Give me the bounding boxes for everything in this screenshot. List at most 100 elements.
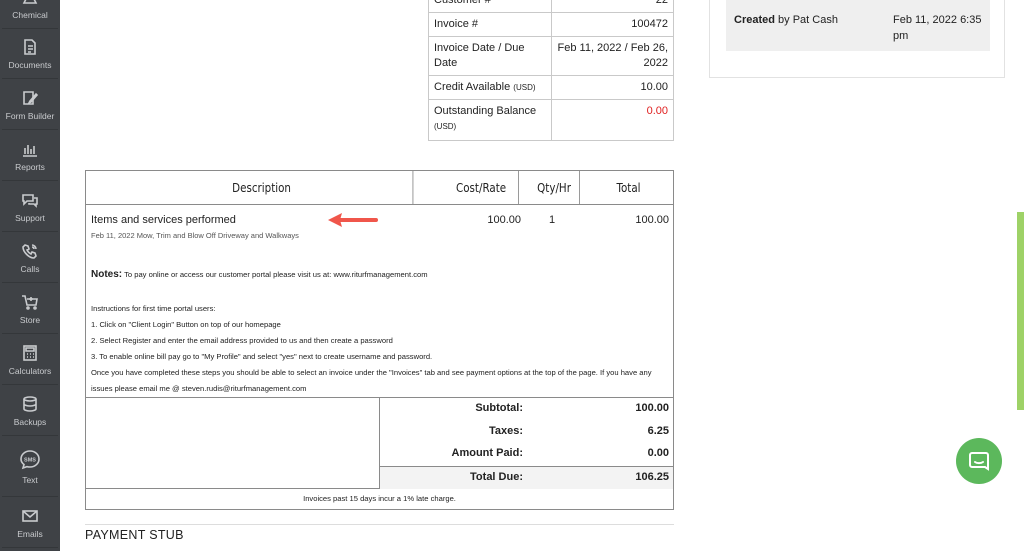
notes: Notes: To pay online or access our custo… [91, 269, 428, 280]
sidebar-item-label: Chemical [12, 10, 48, 20]
credit-unit: (USD) [513, 83, 536, 92]
sidebar-item-reports[interactable]: Reports [2, 132, 58, 181]
sidebar-item-form-builder[interactable]: Form Builder [2, 81, 58, 130]
balance-label-cell: Outstanding Balance (USD) [428, 99, 552, 141]
phone-icon [22, 244, 37, 259]
totals-section: Subtotal: 100.00 Taxes: 6.25 Amount Paid: 0… [86, 398, 673, 489]
table-header: Description Cost/Rate Qty/Hr Total [86, 171, 673, 205]
balance-row: Outstanding Balance (USD) 0.00 [428, 99, 674, 141]
sidebar-item-label: Text [22, 475, 38, 485]
sidebar-item-label: Store [19, 315, 41, 325]
instruction-line: 2. Select Register and enter the email a… [91, 336, 393, 345]
sidebar-item-calls[interactable]: Calls [2, 234, 58, 283]
sidebar-item-documents[interactable]: Documents [2, 30, 58, 79]
sidebar-item-label: Support [15, 213, 45, 223]
total-due-row: Total Due: 106.25 [380, 466, 673, 489]
sidebar-item-label: Calculators [8, 366, 52, 376]
line-item-cost: 100.00 [487, 214, 521, 226]
sidebar-item-label: Emails [17, 529, 43, 539]
stub-divider [85, 524, 674, 525]
customer-row: Customer # 22 [428, 0, 674, 13]
total-due-label: Total Due: [470, 471, 523, 483]
sidebar-item-label: Form Builder [5, 111, 55, 121]
balance-unit: (USD) [434, 122, 457, 131]
instruction-line: 1. Click on "Client Login" Button on top… [91, 320, 281, 329]
balance-label: Outstanding Balance [434, 105, 537, 117]
customer-label: Customer # [428, 0, 552, 13]
balance-value: 0.00 [551, 99, 674, 141]
taxes-value: 6.25 [647, 425, 669, 437]
sidebar-item-chemical[interactable]: Chemical [2, 0, 58, 29]
invoice-date-label: Invoice Date / Due Date [428, 36, 552, 76]
activity-row: Created by Pat Cash Feb 11, 2022 6:35 pm [726, 0, 990, 51]
subtotal-row: Subtotal: 100.00 [380, 398, 673, 420]
annotation-arrow-icon [328, 213, 378, 227]
document-icon [24, 39, 36, 55]
chat-launcher-button[interactable] [956, 438, 1002, 484]
invoice-date-row: Invoice Date / Due Date Feb 11, 2022 / F… [428, 36, 674, 76]
activity-author: Created by Pat Cash [734, 12, 838, 28]
header-total: Total [616, 180, 641, 195]
instruction-line: 3. To enable online bill pay go to "My P… [91, 352, 433, 361]
sidebar-item-store[interactable]: Store [2, 285, 58, 334]
subtotal-label: Subtotal: [475, 402, 523, 414]
header-qty: Qty/Hr [529, 171, 580, 204]
notes-text: To pay online or access our customer por… [124, 270, 428, 279]
cart-icon [22, 295, 38, 310]
sidebar-item-label: Calls [20, 264, 40, 274]
credit-label-cell: Credit Available (USD) [428, 75, 552, 100]
line-item-qty: 1 [549, 214, 556, 226]
credit-row: Credit Available (USD) 10.00 [428, 75, 674, 100]
chat-bubbles-icon [22, 194, 38, 208]
amount-paid-row: Amount Paid: 0.00 [380, 443, 673, 465]
sidebar-item-text[interactable]: SMS Text [2, 438, 58, 497]
instruction-line: Once you have completed these steps you … [91, 368, 652, 393]
sidebar-item-support[interactable]: Support [2, 183, 58, 232]
amount-paid-label: Amount Paid: [451, 447, 524, 459]
header-cost-rate: Cost/Rate [444, 171, 519, 204]
activity-card: Created by Pat Cash Feb 11, 2022 6:35 pm [709, 0, 1005, 78]
sidebar-item-emails[interactable]: Emails [2, 499, 58, 548]
total-due-value: 106.25 [635, 471, 669, 483]
line-item-total: 100.00 [635, 214, 669, 226]
bar-chart-icon [23, 145, 37, 157]
sidebar-item-label: Documents [8, 60, 52, 70]
credit-value: 10.00 [551, 75, 674, 100]
scrollbar-thumb[interactable] [1017, 212, 1024, 410]
flask-icon [22, 0, 38, 4]
customer-value: 22 [551, 0, 674, 13]
sms-icon: SMS [20, 450, 40, 470]
activity-timestamp: Feb 11, 2022 6:35 pm [893, 14, 982, 42]
header-description: Description [111, 171, 414, 204]
sidebar-item-label: Reports [15, 162, 45, 172]
line-item-name: Items and services performed [91, 214, 236, 226]
activity-action: Created [734, 14, 775, 26]
left-sidebar: Chemical Documents Form Builder Reports … [0, 0, 60, 551]
invoice-number-value: 100472 [551, 12, 674, 37]
taxes-row: Taxes: 6.25 [380, 421, 673, 443]
sidebar-item-calculators[interactable]: Calculators [2, 336, 58, 385]
payment-stub-heading: PAYMENT STUB [85, 528, 184, 542]
calculator-icon [23, 345, 37, 361]
line-item-body: Items and services performed Feb 11, 202… [86, 205, 673, 398]
credit-label: Credit Available [434, 81, 511, 93]
notes-label: Notes: [91, 269, 123, 280]
invoice-line-table: Description Cost/Rate Qty/Hr Total Items… [85, 170, 674, 510]
instruction-line: Instructions for first time portal users… [91, 304, 216, 313]
amount-paid-value: 0.00 [647, 447, 669, 459]
invoice-number-label: Invoice # [428, 12, 552, 37]
form-builder-icon [23, 91, 39, 105]
invoice-number-row: Invoice # 100472 [428, 12, 674, 37]
late-charge-footnote: Invoices past 15 days incur a 1% late ch… [303, 494, 456, 503]
database-icon [23, 396, 37, 412]
subtotal-value: 100.00 [635, 402, 669, 414]
sidebar-item-label: Backups [13, 417, 47, 427]
invoice-date-value: Feb 11, 2022 / Feb 26, 2022 [551, 36, 674, 76]
envelope-icon [22, 510, 38, 522]
svg-text:SMS: SMS [24, 458, 36, 464]
invoice-info-table: Customer # 22 Invoice # 100472 Invoice D… [428, 0, 674, 141]
chat-icon [969, 452, 989, 471]
portal-instructions: Instructions for first time portal users… [91, 301, 669, 397]
sidebar-item-backups[interactable]: Backups [2, 387, 58, 436]
line-item-detail: Feb 11, 2022 Mow, Trim and Blow Off Driv… [91, 231, 299, 240]
